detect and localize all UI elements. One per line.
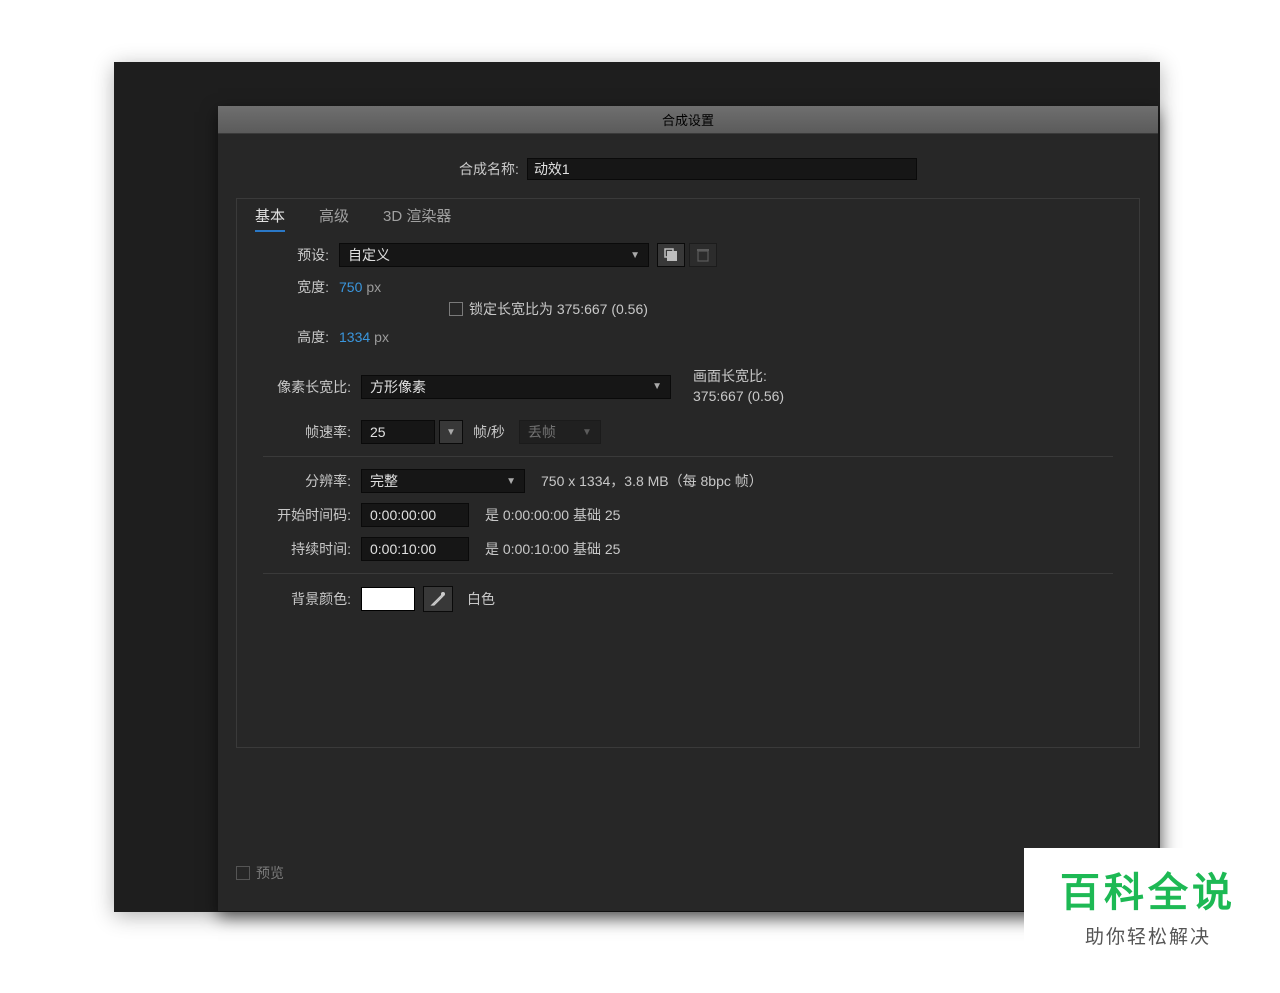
comp-name-label: 合成名称: [459, 159, 519, 179]
tab-3d-renderer[interactable]: 3D 渲染器 [383, 205, 451, 232]
resolution-label: 分辨率: [263, 471, 361, 491]
frame-aspect-label: 画面长宽比: [693, 367, 784, 387]
chevron-down-icon: ▼ [506, 476, 516, 487]
height-label: 高度: [279, 327, 339, 347]
resolution-value: 完整 [370, 471, 398, 491]
width-unit: px [366, 279, 381, 295]
chevron-down-icon: ▼ [652, 381, 662, 392]
frame-rate-unit: 帧/秒 [473, 422, 505, 442]
tab-basic[interactable]: 基本 [255, 205, 285, 232]
resolution-info: 750 x 1334，3.8 MB（每 8bpc 帧） [541, 471, 763, 491]
divider [263, 573, 1113, 574]
duration-info: 是 0:00:10:00 基础 25 [485, 539, 620, 559]
frame-rate-dropdown[interactable]: ▼ [439, 420, 463, 444]
chevron-down-icon: ▼ [630, 250, 640, 261]
frame-rate-label: 帧速率: [263, 422, 361, 442]
eyedropper-icon [430, 591, 446, 607]
pixel-aspect-select[interactable]: 方形像素 ▼ [361, 375, 671, 399]
lock-aspect-checkbox[interactable] [449, 302, 463, 316]
dialog-footer: 预览 取消 [218, 851, 1158, 911]
start-timecode-info: 是 0:00:00:00 基础 25 [485, 505, 620, 525]
dialog-titlebar[interactable]: 合成设置 [218, 106, 1158, 134]
frame-aspect-value: 375:667 (0.56) [693, 387, 784, 407]
chevron-down-icon: ▼ [582, 427, 592, 438]
height-input[interactable]: 1334 [339, 329, 370, 345]
trash-icon [697, 248, 709, 262]
preview-checkbox[interactable] [236, 866, 250, 880]
pixel-aspect-value: 方形像素 [370, 377, 426, 397]
width-input[interactable]: 750 [339, 279, 362, 295]
preset-label: 预设: [279, 245, 339, 265]
watermark-overlay: 百科全说 助你轻松解决 [1024, 848, 1272, 959]
frame-rate-input[interactable]: 25 [361, 420, 435, 444]
duration-label: 持续时间: [263, 539, 361, 559]
watermark-subtitle: 助你轻松解决 [1060, 922, 1236, 949]
eyedropper-button[interactable] [423, 586, 453, 612]
bg-color-label: 背景颜色: [263, 589, 361, 609]
preset-select[interactable]: 自定义 ▼ [339, 243, 649, 267]
width-label: 宽度: [279, 277, 339, 297]
tab-advanced[interactable]: 高级 [319, 205, 349, 232]
divider [263, 456, 1113, 457]
comp-name-input[interactable]: 动效1 [527, 158, 917, 180]
app-background: 合成设置 合成名称: 动效1 基本 高级 3D 渲染器 预设: 自定义 [114, 62, 1160, 912]
preview-label: 预览 [256, 863, 284, 883]
tab-panel: 基本 高级 3D 渲染器 预设: 自定义 ▼ [236, 198, 1140, 748]
bg-color-name: 白色 [467, 589, 495, 609]
pixel-aspect-label: 像素长宽比: [263, 377, 361, 397]
watermark-title: 百科全说 [1060, 860, 1236, 918]
frame-rate-value: 25 [370, 424, 386, 440]
dropframe-value: 丢帧 [528, 422, 556, 442]
start-timecode-input[interactable]: 0:00:00:00 [361, 503, 469, 527]
preset-value: 自定义 [348, 245, 390, 265]
save-preset-button[interactable] [657, 243, 685, 267]
delete-preset-button [689, 243, 717, 267]
dropframe-select: 丢帧 ▼ [519, 420, 601, 444]
dialog-title: 合成设置 [662, 110, 714, 129]
composition-settings-dialog: 合成设置 合成名称: 动效1 基本 高级 3D 渲染器 预设: 自定义 [218, 106, 1158, 911]
lock-aspect-label: 锁定长宽比为 375:667 (0.56) [469, 299, 648, 319]
height-unit: px [374, 329, 389, 345]
save-preset-icon [664, 248, 678, 262]
start-timecode-label: 开始时间码: [263, 505, 361, 525]
duration-input[interactable]: 0:00:10:00 [361, 537, 469, 561]
resolution-select[interactable]: 完整 ▼ [361, 469, 525, 493]
bg-color-swatch[interactable] [361, 587, 415, 611]
chevron-down-icon: ▼ [446, 427, 456, 438]
